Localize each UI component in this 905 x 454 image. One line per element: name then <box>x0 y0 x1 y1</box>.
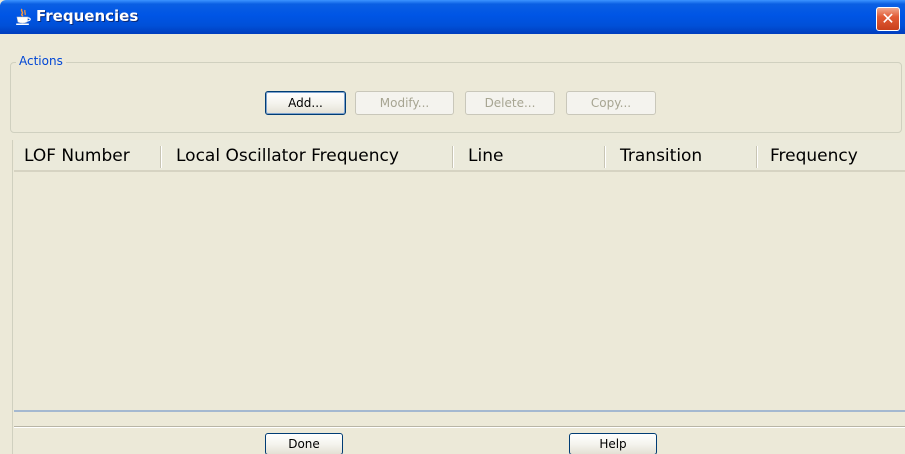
close-button[interactable]: ✕ <box>876 7 900 31</box>
window-title: Frequencies <box>36 7 139 25</box>
column-header-line[interactable]: Line <box>458 140 604 172</box>
copy-button[interactable]: Copy... <box>566 91 656 115</box>
column-divider[interactable] <box>452 146 454 168</box>
done-button[interactable]: Done <box>265 433 343 454</box>
actions-legend: Actions <box>16 54 66 68</box>
table-left-border <box>12 140 13 454</box>
title-bar[interactable]: Frequencies ✕ <box>0 0 905 34</box>
column-header-lof-number[interactable]: LOF Number <box>14 140 160 172</box>
java-cup-icon <box>14 8 32 26</box>
column-divider[interactable] <box>756 146 758 168</box>
table-header: LOF Number Local Oscillator Frequency Li… <box>14 140 905 172</box>
close-icon: ✕ <box>881 9 895 28</box>
actions-group <box>10 62 902 133</box>
column-divider[interactable] <box>160 146 162 168</box>
column-header-local-oscillator-frequency[interactable]: Local Oscillator Frequency <box>166 140 456 172</box>
footer-divider-highlight <box>14 427 905 428</box>
frequencies-table-body[interactable] <box>14 172 905 410</box>
column-header-transition[interactable]: Transition <box>610 140 756 172</box>
column-divider[interactable] <box>604 146 606 168</box>
delete-button[interactable]: Delete... <box>465 91 555 115</box>
table-body-border <box>14 410 905 412</box>
help-button[interactable]: Help <box>569 433 657 454</box>
add-button[interactable]: Add... <box>265 91 346 115</box>
modify-button[interactable]: Modify... <box>355 91 454 115</box>
frequencies-dialog: Frequencies ✕ Actions Add... Modify... D… <box>0 0 905 454</box>
column-header-frequency[interactable]: Frequency <box>760 140 905 172</box>
